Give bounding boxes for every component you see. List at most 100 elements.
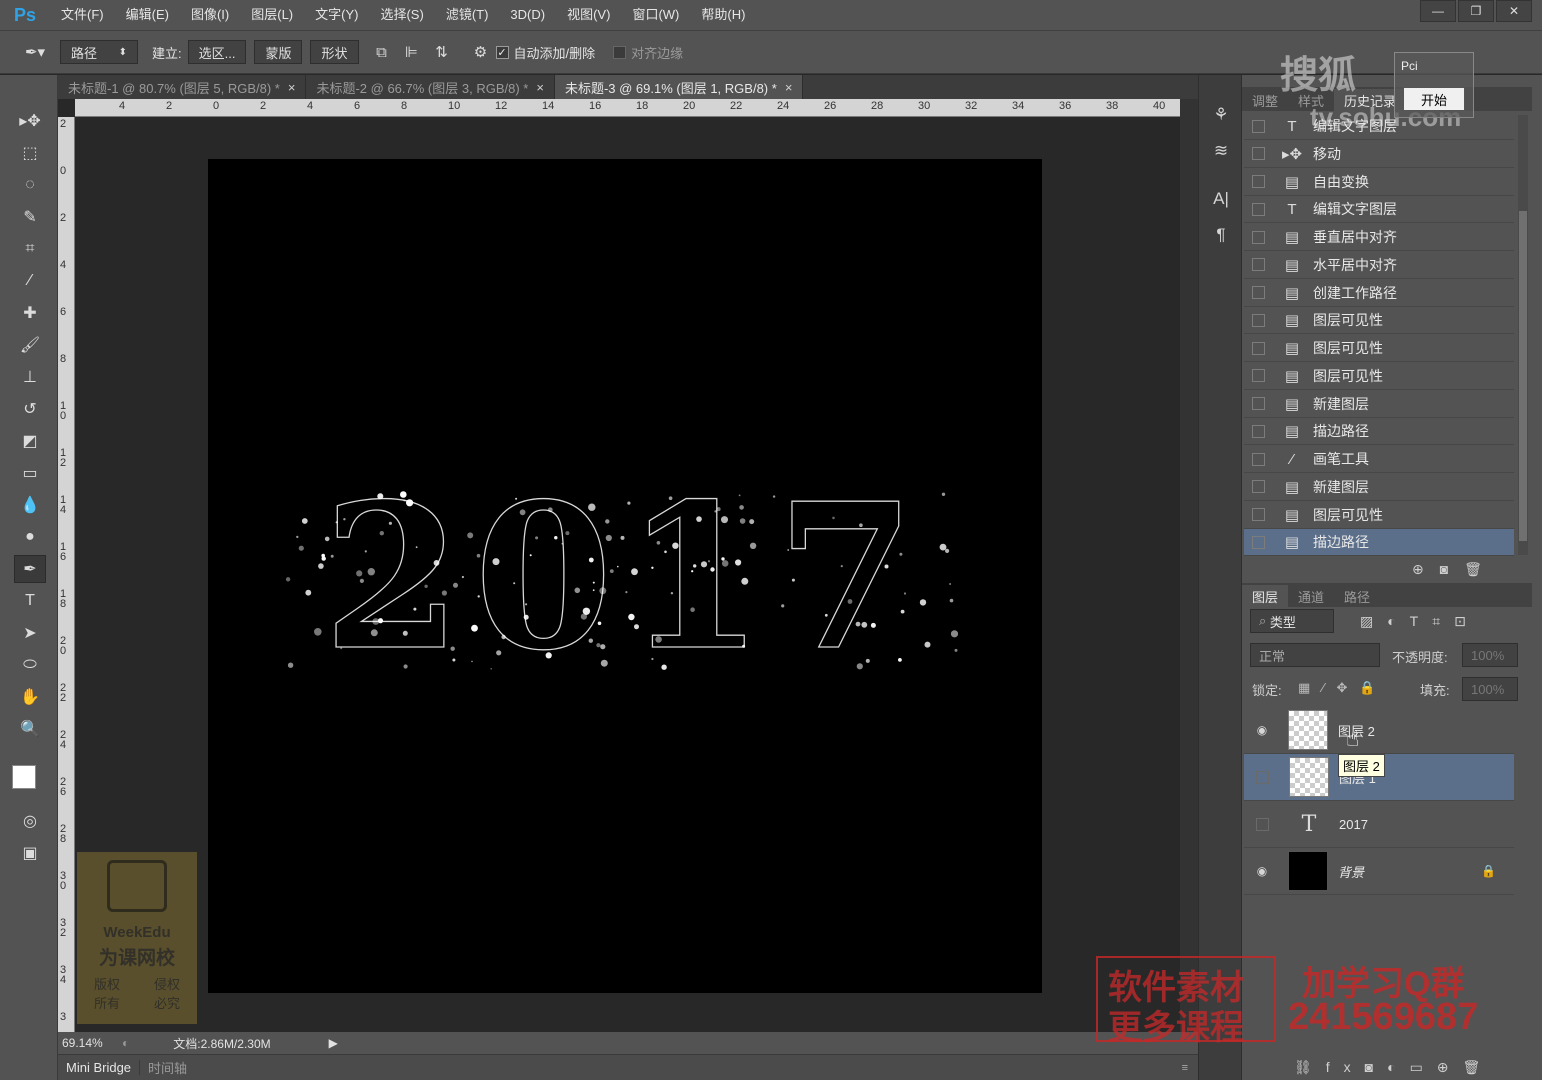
lock-icons[interactable]: ▦⁄✥🔒 bbox=[1298, 680, 1388, 696]
marquee-tool-icon[interactable]: ⬚ bbox=[14, 139, 46, 167]
history-item[interactable]: ▤ 描边路径 bbox=[1244, 418, 1514, 446]
menu-item[interactable]: 图像(I) bbox=[180, 0, 240, 30]
brush-settings-icon[interactable]: ≋ bbox=[1207, 137, 1235, 165]
layer-row-layer2[interactable]: ◉ 图层 2 bbox=[1244, 707, 1514, 754]
history-item[interactable]: ▤ 图层可见性 bbox=[1244, 335, 1514, 362]
zoom-level[interactable]: 69.14% bbox=[62, 1036, 114, 1050]
eraser-tool-icon[interactable]: ◩ bbox=[14, 427, 46, 455]
history-snapshot-checkbox[interactable] bbox=[1252, 452, 1265, 466]
history-footer-icons[interactable]: ⊕◙🗑 bbox=[1412, 561, 1498, 578]
doc-tab-3[interactable]: 未标题-3 @ 69.1% (图层 1, RGB/8) * × bbox=[554, 75, 804, 99]
visibility-eye-icon[interactable]: ◉ bbox=[1250, 723, 1274, 737]
pen-tool-preset-icon[interactable]: ✒▾ bbox=[23, 40, 47, 64]
lasso-tool-icon[interactable]: ◌ bbox=[14, 171, 46, 199]
clone-stamp-tool-icon[interactable]: ⊥ bbox=[14, 363, 46, 391]
ellipse-tool-icon[interactable]: ⬭ bbox=[14, 651, 46, 679]
path-arrangement-icon[interactable]: ⇅ bbox=[430, 40, 454, 64]
menu-item[interactable]: 编辑(E) bbox=[115, 0, 180, 30]
history-snapshot-checkbox[interactable] bbox=[1252, 480, 1265, 494]
quick-selection-tool-icon[interactable]: ✎ bbox=[14, 203, 46, 231]
start-button[interactable]: 开始 bbox=[1403, 87, 1465, 111]
menu-item[interactable]: 图层(L) bbox=[240, 0, 304, 30]
menu-item[interactable]: 文字(Y) bbox=[304, 0, 369, 30]
history-snapshot-checkbox[interactable] bbox=[1252, 175, 1265, 188]
menu-item[interactable]: 帮助(H) bbox=[690, 0, 756, 30]
character-panel-icon[interactable]: A| bbox=[1207, 185, 1235, 213]
history-snapshot-checkbox[interactable] bbox=[1252, 147, 1265, 161]
history-item[interactable]: ▤ 创建工作路径 bbox=[1244, 280, 1514, 307]
healing-brush-tool-icon[interactable]: ✚ bbox=[14, 299, 46, 327]
history-snapshot-checkbox[interactable] bbox=[1252, 202, 1265, 216]
foreground-color-swatch[interactable] bbox=[12, 765, 36, 789]
menu-item[interactable]: 选择(S) bbox=[369, 0, 434, 30]
vertical-scrollbar[interactable] bbox=[1180, 99, 1198, 1032]
make-selection-button[interactable]: 选区... bbox=[187, 40, 247, 64]
brush-tool-icon[interactable]: 🖌 bbox=[14, 331, 46, 359]
history-item[interactable]: ▸✥ 移动 bbox=[1244, 141, 1514, 168]
panel-menu-icon[interactable]: ≡ bbox=[1182, 1062, 1188, 1074]
history-snapshot-checkbox[interactable] bbox=[1252, 424, 1265, 438]
history-snapshot-checkbox[interactable] bbox=[1252, 397, 1265, 410]
quick-mask-icon[interactable]: ◎ bbox=[14, 807, 46, 835]
eyedropper-tool-icon[interactable]: ⁄ bbox=[14, 267, 46, 295]
history-snapshot-checkbox[interactable] bbox=[1252, 369, 1265, 383]
crop-tool-icon[interactable]: ⌗ bbox=[14, 235, 46, 263]
visibility-toggle[interactable] bbox=[1256, 770, 1269, 784]
history-snapshot-checkbox[interactable] bbox=[1252, 535, 1265, 549]
mini-bridge-tab[interactable]: Mini Bridge bbox=[58, 1060, 141, 1075]
gear-icon[interactable]: ⚙ bbox=[469, 40, 493, 64]
close-tab-icon[interactable]: × bbox=[288, 80, 296, 95]
visibility-eye-icon[interactable]: ◉ bbox=[1250, 864, 1274, 878]
history-item[interactable]: ▤ 自由变换 bbox=[1244, 169, 1514, 196]
layer-row-text[interactable]: T 2017 bbox=[1244, 801, 1514, 848]
history-item[interactable]: ▤ 图层可见性 bbox=[1244, 502, 1514, 529]
path-selection-tool-icon[interactable]: ➤ bbox=[14, 619, 46, 647]
history-snapshot-checkbox[interactable] bbox=[1252, 230, 1265, 244]
type-tool-icon[interactable]: T bbox=[14, 587, 46, 615]
minimize-button[interactable]: — bbox=[1420, 0, 1456, 22]
history-snapshot-checkbox[interactable] bbox=[1252, 341, 1265, 355]
tool-mode-select[interactable]: 路径 ⬍ bbox=[60, 40, 138, 64]
opacity-input[interactable]: 100% bbox=[1462, 643, 1518, 667]
move-tool-icon[interactable]: ▸✥ bbox=[14, 107, 46, 135]
layer-filter-select[interactable]: ⌕ 类型 bbox=[1250, 609, 1334, 633]
blur-tool-icon[interactable]: 💧 bbox=[14, 491, 46, 519]
brush-preset-icon[interactable]: ⚘ bbox=[1207, 101, 1235, 129]
align-edges-checkbox[interactable] bbox=[613, 45, 627, 59]
history-item[interactable]: ▤ 新建图层 bbox=[1244, 391, 1514, 418]
close-tab-icon[interactable]: × bbox=[785, 80, 793, 95]
layer-row-background[interactable]: ◉ 背景 🔒 bbox=[1244, 848, 1514, 895]
zoom-tool-icon[interactable]: 🔍 bbox=[14, 715, 46, 743]
history-item[interactable]: ▤ 图层可见性 bbox=[1244, 307, 1514, 335]
make-mask-button[interactable]: 蒙版 bbox=[254, 40, 303, 64]
dodge-tool-icon[interactable]: ● bbox=[14, 523, 46, 551]
menu-item[interactable]: 3D(D) bbox=[499, 0, 556, 30]
layers-footer-icons[interactable]: ⛓fx◙◐▭⊕🗑 bbox=[1294, 1059, 1494, 1076]
menu-item[interactable]: 文件(F) bbox=[50, 0, 115, 30]
tab-layers[interactable]: 图层 bbox=[1242, 585, 1289, 607]
close-tab-icon[interactable]: × bbox=[536, 80, 544, 95]
layer-filter-icons[interactable]: ▨◐T⌗⊡ bbox=[1360, 613, 1480, 630]
menu-item[interactable]: 窗口(W) bbox=[621, 0, 690, 30]
history-scrollbar[interactable] bbox=[1518, 115, 1528, 555]
make-shape-button[interactable]: 形状 bbox=[310, 40, 359, 64]
horizontal-ruler[interactable]: 4 2 0 2 4 6 8 10 12 14 16 18 20 22 24 26 28 30 32 34 36 38 40 bbox=[75, 99, 1180, 117]
tab-channels[interactable]: 通道 bbox=[1288, 585, 1334, 607]
screen-mode-icon[interactable]: ▣ bbox=[14, 839, 46, 867]
visibility-toggle[interactable] bbox=[1256, 817, 1269, 831]
history-item[interactable]: ▤ 水平居中对齐 bbox=[1244, 252, 1514, 279]
history-item[interactable]: ▤ 新建图层 bbox=[1244, 474, 1514, 501]
menu-item[interactable]: 视图(V) bbox=[556, 0, 621, 30]
status-menu-arrow-icon[interactable]: ▶ bbox=[329, 1036, 338, 1050]
history-snapshot-checkbox[interactable] bbox=[1252, 258, 1265, 272]
doc-tab-1[interactable]: 未标题-1 @ 80.7% (图层 5, RGB/8) * × bbox=[58, 75, 307, 99]
status-info-icon[interactable]: ◐ bbox=[122, 1036, 129, 1050]
menu-item[interactable]: 滤镜(T) bbox=[435, 0, 500, 30]
fill-input[interactable]: 100% bbox=[1462, 677, 1518, 701]
history-brush-tool-icon[interactable]: ↺ bbox=[14, 395, 46, 423]
blend-mode-select[interactable]: 正常 bbox=[1250, 643, 1380, 667]
history-snapshot-checkbox[interactable] bbox=[1252, 508, 1265, 521]
history-item[interactable]: T 编辑文字图层 bbox=[1244, 196, 1514, 224]
tab-paths[interactable]: 路径 bbox=[1334, 585, 1380, 607]
timeline-tab[interactable]: 时间轴 bbox=[140, 1058, 195, 1077]
